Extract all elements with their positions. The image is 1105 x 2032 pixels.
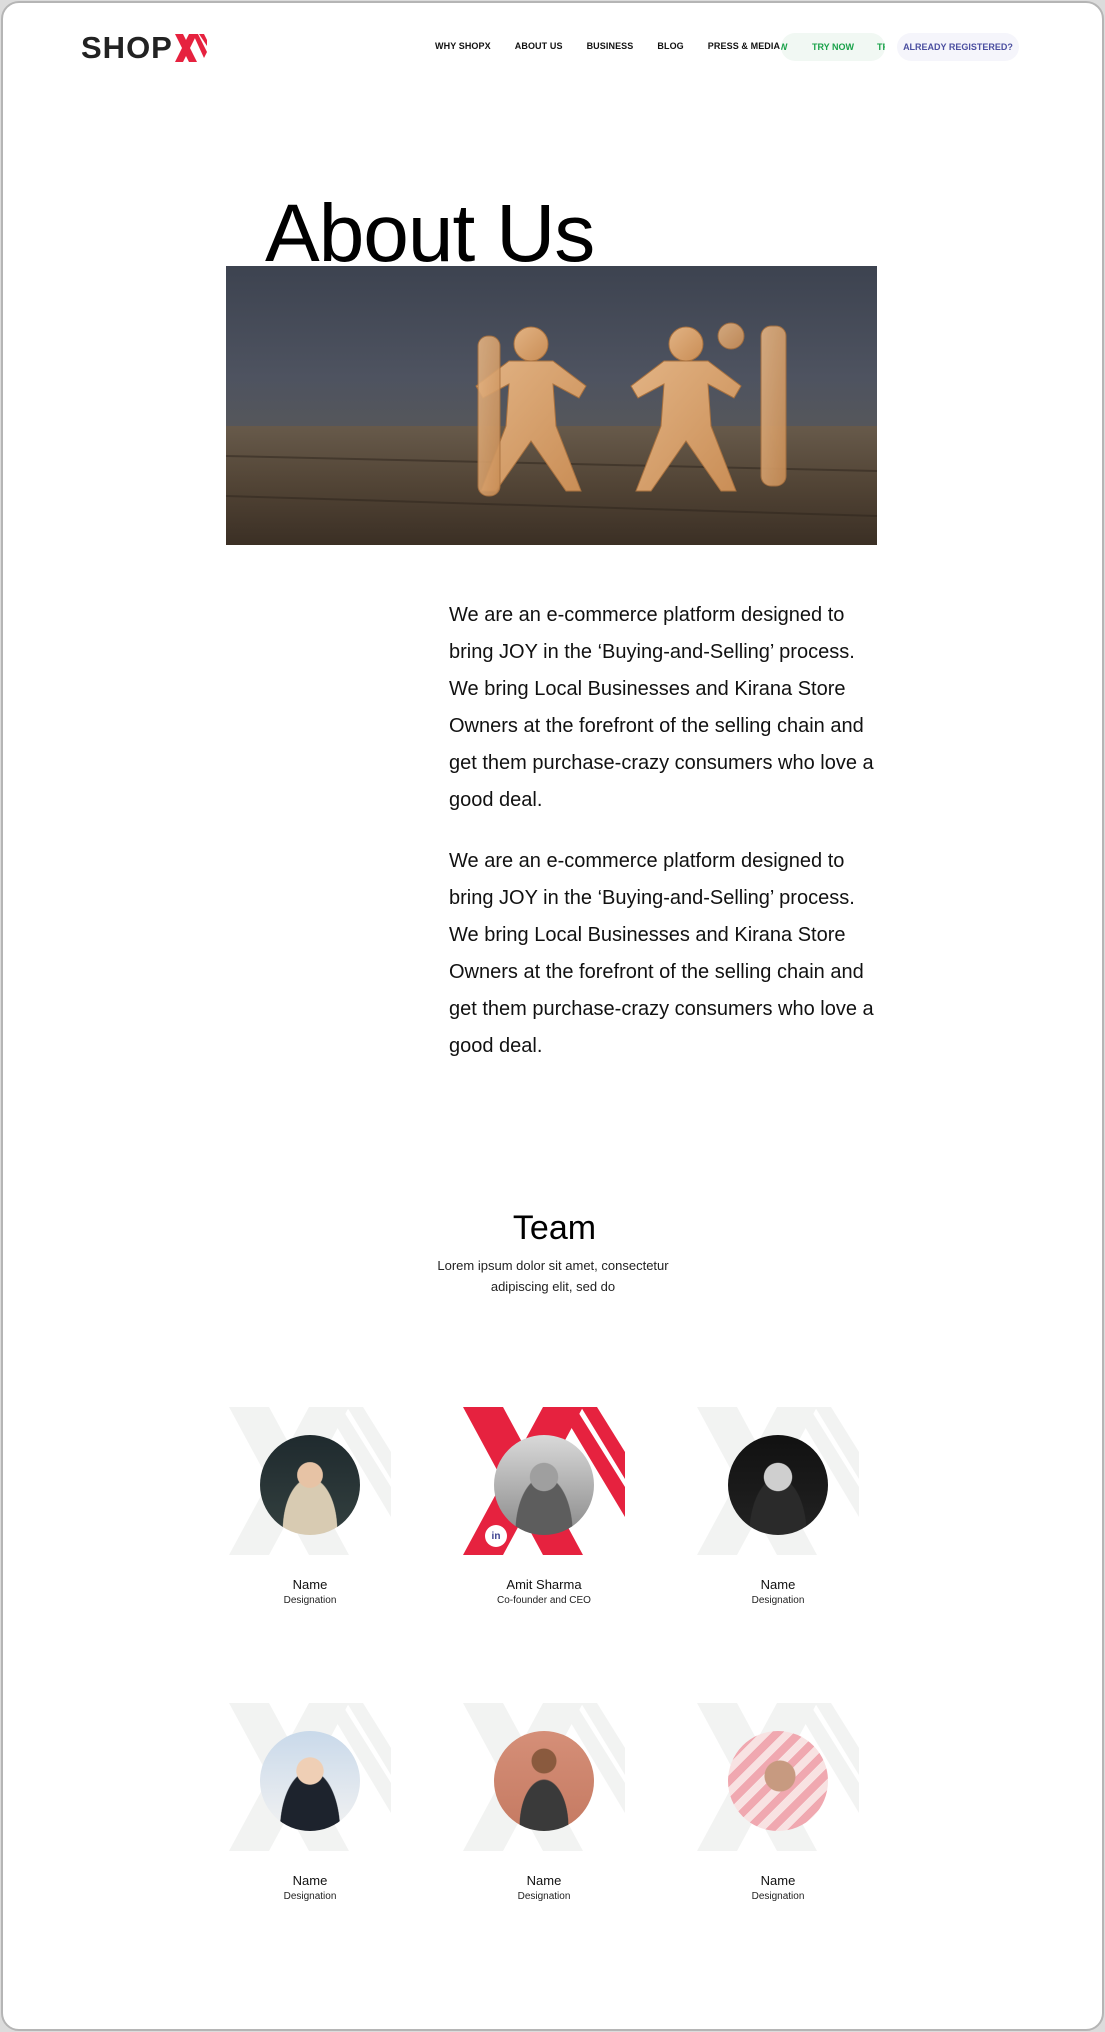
shopx-logo[interactable]: SHOP: [81, 30, 207, 65]
try-marquee-right: TR: [877, 42, 885, 52]
member-designation: Designation: [283, 1891, 337, 1902]
member-name: Name: [526, 1873, 562, 1888]
nav-about-us[interactable]: ABOUT US: [515, 41, 563, 51]
member-designation: Co-founder and CEO: [497, 1595, 591, 1606]
member-designation: Designation: [751, 1595, 805, 1606]
member-name: Name: [760, 1873, 796, 1888]
try-marquee-left: W: [781, 42, 788, 52]
member-name: Amit Sharma: [506, 1577, 582, 1592]
avatar: [494, 1731, 594, 1831]
about-paragraph: We are an e-commerce platform designed t…: [449, 604, 874, 811]
wooden-figures-illustration: [226, 322, 877, 545]
member-designation: Designation: [751, 1891, 805, 1902]
nav-why-shopx[interactable]: WHY SHOPX: [435, 41, 491, 51]
try-now-button[interactable]: W TRY NOW TR: [781, 33, 885, 61]
main-nav: WHY SHOPX ABOUT US BUSINESS BLOG PRESS &…: [435, 41, 804, 51]
about-paragraph: We are an e-commerce platform designed t…: [449, 850, 874, 1057]
member-name: Name: [292, 1577, 328, 1592]
member-designation: Designation: [283, 1595, 337, 1606]
member-designation: Designation: [517, 1891, 571, 1902]
logo-text: SHOP: [81, 30, 173, 65]
team-subtitle: Lorem ipsum dolor sit amet, consectetur …: [437, 1258, 669, 1294]
avatar: [260, 1435, 360, 1535]
avatar: [728, 1731, 828, 1831]
nav-blog[interactable]: BLOG: [657, 41, 683, 51]
member-name: Name: [292, 1873, 328, 1888]
already-registered-button[interactable]: ALREADY REGISTERED?: [897, 33, 1019, 61]
nav-press-media[interactable]: PRESS & MEDIA: [708, 41, 780, 51]
page-title: About Us: [265, 188, 595, 279]
avatar: [494, 1435, 594, 1535]
logo-x-icon: [174, 34, 207, 62]
linkedin-icon[interactable]: in: [485, 1525, 507, 1547]
try-now-label: TRY NOW: [812, 42, 854, 52]
avatar: [728, 1435, 828, 1535]
team-heading: Team: [512, 1209, 597, 1247]
about-copy: We are an e-commerce platform designed t…: [449, 597, 889, 1089]
page-frame: SHOP WHY SHOPX ABOUT US BUSINESS BLOG PR…: [1, 1, 1104, 2031]
avatar: [260, 1731, 360, 1831]
member-name: Name: [760, 1577, 796, 1592]
nav-business[interactable]: BUSINESS: [587, 41, 634, 51]
hero-image-wooden-figures: [226, 266, 877, 545]
